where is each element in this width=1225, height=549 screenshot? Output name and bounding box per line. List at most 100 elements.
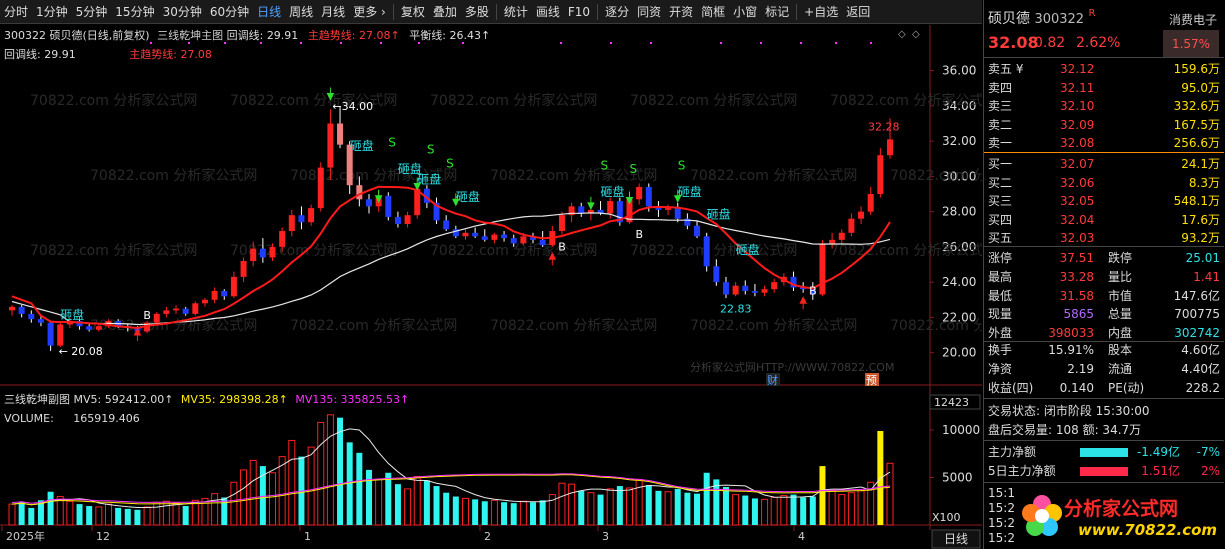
candle-body (636, 186, 643, 200)
event-dot (835, 42, 837, 44)
toolbar-item-15[interactable]: F10 (564, 0, 594, 23)
buy-row[interactable]: 买二 32.06 8.3万 (984, 174, 1224, 192)
toolbar-item-12[interactable]: 多股 (461, 0, 493, 23)
volume-bar (8, 503, 16, 526)
watermark-text: 70822.com 分析家公式网 (30, 242, 197, 259)
toolbar-item-8[interactable]: 月线 (317, 0, 349, 23)
event-dot (870, 42, 872, 44)
toolbar-item-11[interactable]: 叠加 (429, 0, 461, 23)
stat-value: 5865 (1063, 307, 1094, 322)
candle-body (829, 239, 836, 244)
date-label: 2025年 (6, 529, 45, 543)
ob-label: 卖五 ¥ (988, 62, 1024, 76)
toolbar-item-17[interactable]: 同资 (633, 0, 665, 23)
candle-body (665, 208, 672, 210)
volume-bar (317, 421, 325, 526)
last-price-label: 32.28 (868, 121, 900, 134)
main-indicator-info-2: 回调线: 29.91 主趋势线: 27.08 (4, 46, 212, 62)
ob-volume: 256.6万 (1173, 136, 1220, 151)
candle-body (877, 155, 884, 195)
toolbar-item-22[interactable]: +自选 (800, 0, 842, 23)
down-arrow-icon (587, 196, 595, 210)
candle-body (751, 290, 758, 293)
stat-label: 总量 (1108, 307, 1133, 322)
price-change-pct: 2.62% (1076, 35, 1121, 51)
kline-chart[interactable]: 36.0034.0032.0030.0028.0026.0024.0022.00… (0, 25, 982, 549)
buy-row[interactable]: 买四 32.04 17.6万 (984, 211, 1224, 229)
toolbar-item-18[interactable]: 开资 (665, 0, 697, 23)
sell-signal-label: S (388, 135, 396, 149)
toolbar-item-13[interactable]: 统计 (500, 0, 532, 23)
volume-bar (645, 485, 652, 525)
vol-ma35-line (11, 474, 891, 506)
volume-bar (472, 499, 479, 525)
vol-unit-label: X100 (932, 511, 961, 524)
toolbar-item-10[interactable]: 复权 (397, 0, 429, 23)
volume-bar (519, 500, 527, 526)
toolbar-item-9[interactable]: 更多 › (349, 0, 390, 23)
toolbar-item-14[interactable]: 画线 (532, 0, 564, 23)
toolbar-item-19[interactable]: 简框 (697, 0, 729, 23)
volume-bar (240, 469, 248, 526)
volume-bar (413, 476, 421, 526)
stat-value: 700775 (1174, 307, 1220, 322)
toolbar-item-3[interactable]: 15分钟 (111, 0, 158, 23)
watermark-text: 70822.com 分析家公式网 (690, 167, 857, 184)
sell-row[interactable]: 卖二 32.09 167.5万 (984, 116, 1224, 134)
sell-row[interactable]: 卖五 ¥ 32.12 159.6万 (984, 60, 1224, 78)
sub-indicator-name[interactable]: 三线乾坤副图 (4, 393, 70, 406)
toolbar-item-20[interactable]: 小窗 (729, 0, 761, 23)
volume-bar (365, 469, 372, 525)
toolbar-item-21[interactable]: 标记 (761, 0, 793, 23)
stat-label: 净资 (988, 361, 1013, 376)
candle-body (221, 290, 228, 297)
date-label: 4 (798, 530, 805, 543)
toolbar-item-2[interactable]: 5分钟 (72, 0, 112, 23)
stat-value: 15.91% (1048, 343, 1094, 357)
candle-body (47, 322, 54, 346)
stock-name: 硕贝德 (988, 11, 1030, 27)
sell-row[interactable]: 卖一 32.08 256.6万 (984, 134, 1224, 152)
zapan-label: 砸盘 (350, 138, 374, 153)
stat-row: 收益(四) 0.140 PE(动) 228.2 (984, 379, 1224, 398)
candle-body (269, 246, 276, 258)
mv35-value: MV35: 298398.28↑ (180, 393, 288, 406)
toolbar-item-0[interactable]: 分时 (0, 0, 32, 23)
candle-body (163, 310, 170, 314)
industry-change-box: 1.57% (1163, 30, 1219, 58)
low2-price-label: 22.83 (720, 303, 752, 316)
toolbar-item-7[interactable]: 周线 (285, 0, 317, 23)
main-indicator-name[interactable]: 三线乾坤主图 (157, 29, 223, 42)
flow-value: -1.49亿 (1136, 445, 1180, 459)
watermark-text: 70822.com 分析家公式网 (630, 92, 797, 109)
volume-bar (790, 494, 797, 525)
volume-bar (809, 496, 816, 525)
toolbar-item-1[interactable]: 1分钟 (32, 0, 72, 23)
sell-row[interactable]: 卖四 32.11 95.0万 (984, 79, 1224, 97)
cai-label: 财 (767, 373, 778, 387)
buy-row[interactable]: 买三 32.05 548.1万 (984, 192, 1224, 210)
site-logo: 分析家公式网 www.70822.com (1020, 490, 1225, 546)
stat-label: 量比 (1108, 269, 1133, 284)
ob-label: 卖三 (988, 99, 1013, 114)
industry-tag[interactable]: 消费电子 (1169, 11, 1217, 28)
candle-body (761, 289, 768, 293)
date-label: 3 (602, 530, 609, 543)
toolbar-item-16[interactable]: 逐分 (601, 0, 633, 23)
toolbar-item-23[interactable]: 返回 (842, 0, 874, 23)
tick-time: 15:2 (988, 501, 1015, 515)
volume-bar (510, 503, 517, 525)
toolbar-item-6[interactable]: 日线 (253, 0, 285, 23)
candle-body (819, 243, 826, 295)
tick-time: 15:2 (988, 516, 1015, 530)
toolbar-item-4[interactable]: 30分钟 (159, 0, 206, 23)
zapan-label: 砸盘 (456, 189, 480, 204)
volume-bar (819, 466, 826, 525)
volume-bar (404, 488, 412, 526)
sell-row[interactable]: 卖三 32.10 332.6万 (984, 97, 1224, 115)
toolbar-item-5[interactable]: 60分钟 (206, 0, 253, 23)
chart-area[interactable]: 36.00 34.00 32.00 30.00 28.00 26.00 24.00 22.00… (0, 25, 982, 549)
ob-volume: 17.6万 (1181, 212, 1220, 227)
buy-row[interactable]: 买一 32.07 24.1万 (984, 155, 1224, 173)
buy-row[interactable]: 买五 32.03 93.2万 (984, 229, 1224, 247)
